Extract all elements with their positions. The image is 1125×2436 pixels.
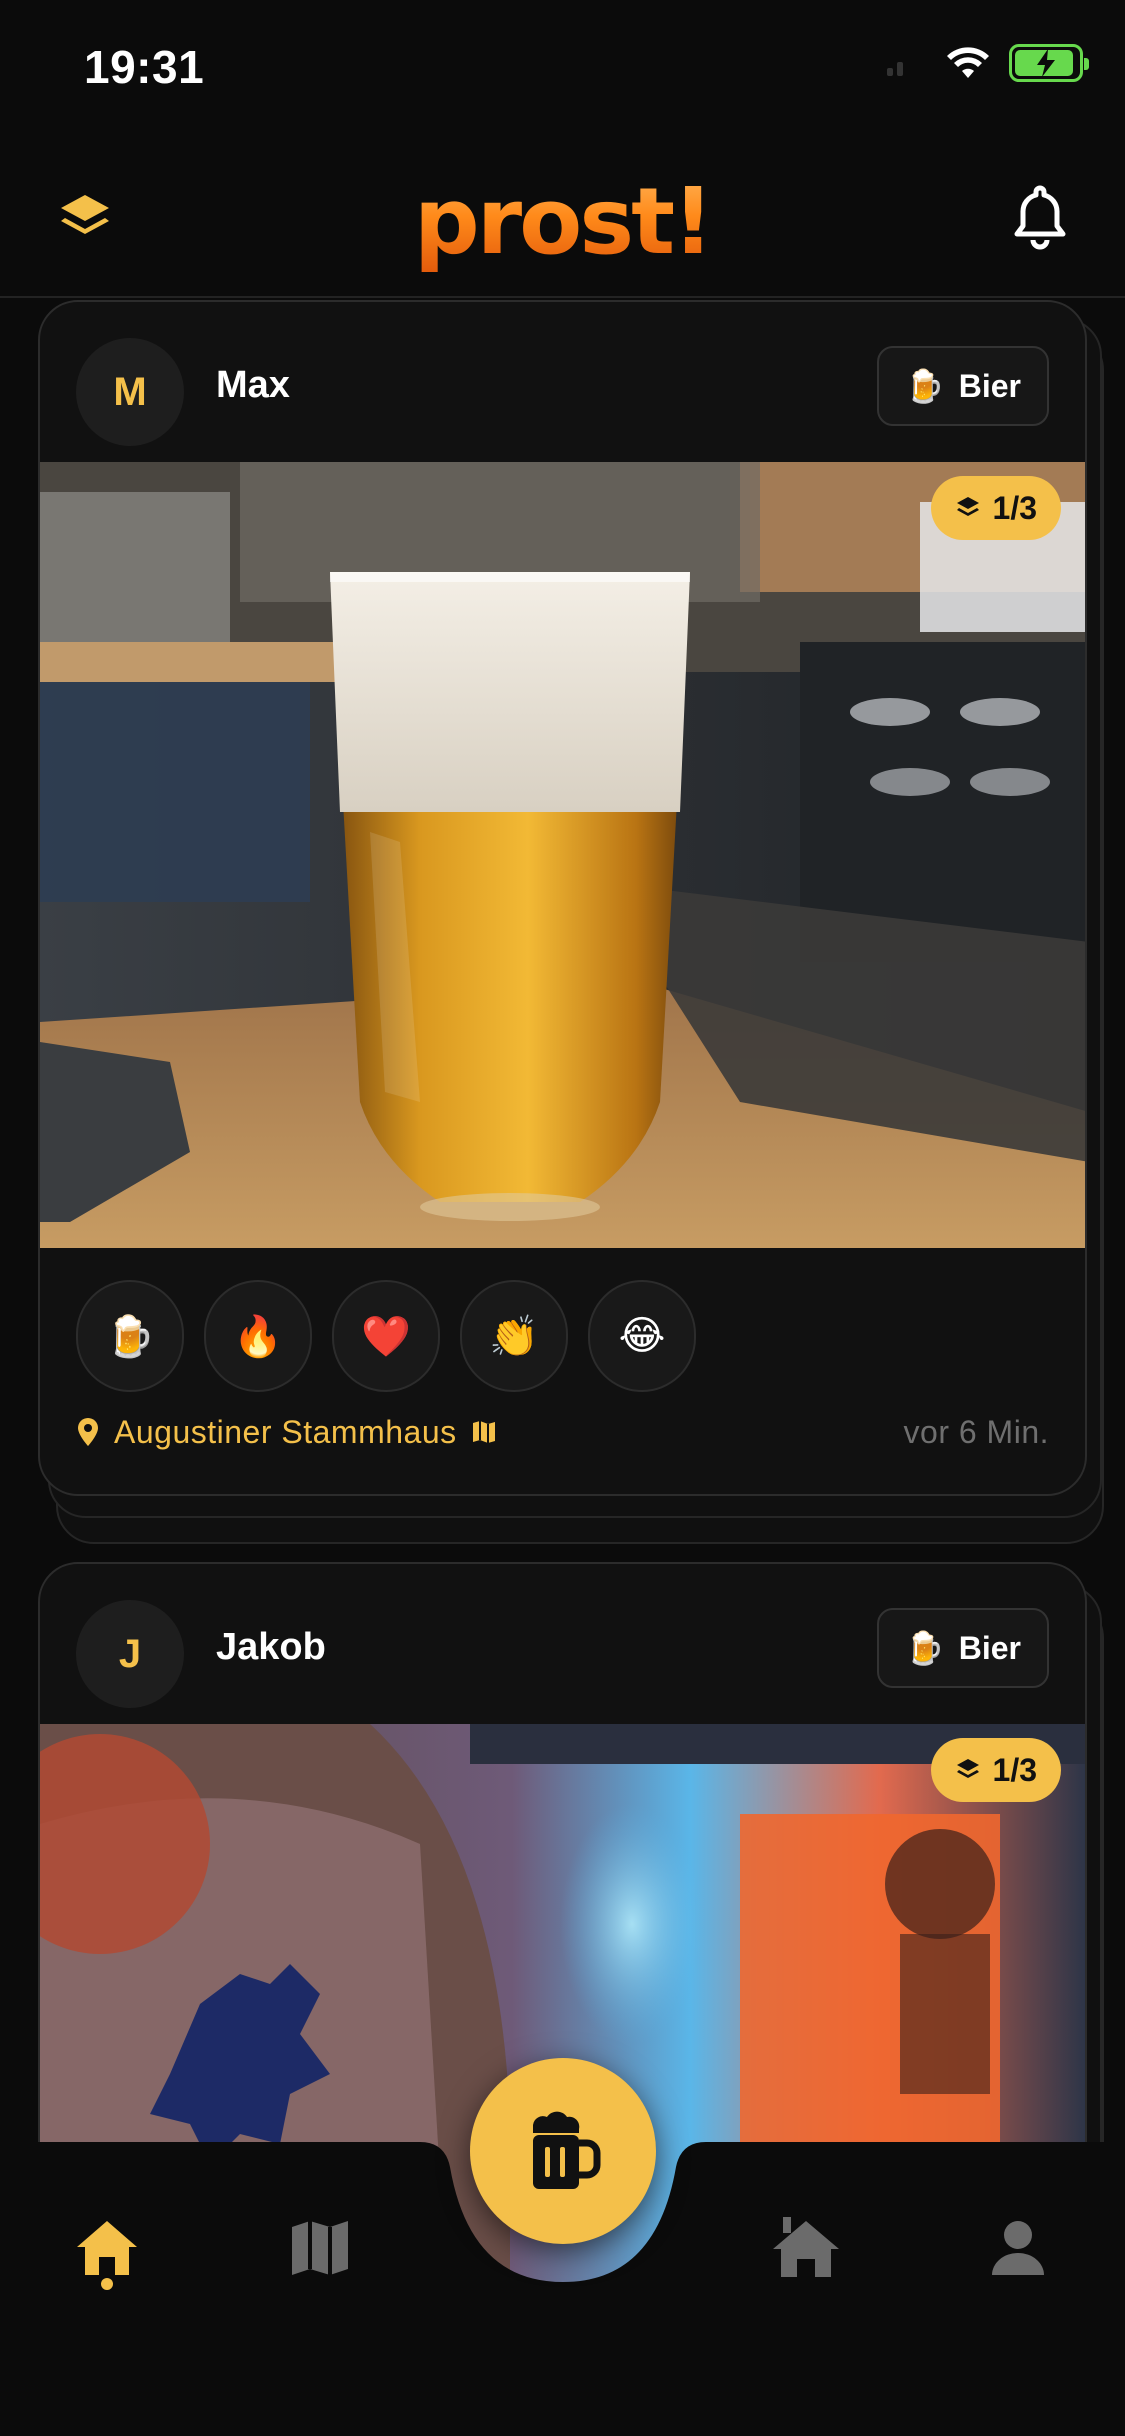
reaction-fire-button[interactable]: 🔥 (204, 1280, 312, 1392)
avatar[interactable]: J (76, 1600, 184, 1708)
bell-icon (1014, 185, 1066, 250)
post-photo[interactable]: 1/3 (40, 462, 1085, 1248)
home-icon (77, 2221, 137, 2275)
beer-glass-photo (40, 462, 1085, 1248)
app-logo: prost! (413, 168, 714, 275)
photo-counter-badge: 1/3 (930, 1738, 1061, 1802)
layers-icon (956, 497, 979, 516)
drink-type-label: Bier (958, 367, 1021, 404)
signal-icon (887, 62, 903, 76)
tab-map[interactable] (270, 2198, 370, 2298)
location-link[interactable]: Augustiner Stammhaus (76, 1414, 497, 1451)
layers-icon (956, 1759, 979, 1778)
post-footer: Augustiner Stammhaus vor 6 Min. (76, 1402, 1049, 1462)
post-header: M Max 🍺 Bier (40, 302, 1085, 462)
location-name: Augustiner Stammhaus (114, 1413, 457, 1450)
wifi-icon (947, 47, 989, 78)
layers-icon (61, 195, 109, 234)
reaction-heart-button[interactable]: ❤️ (332, 1280, 440, 1392)
beer-mug-icon: 🍺 (904, 368, 945, 404)
battery-icon (1009, 44, 1089, 82)
user-name[interactable]: Max (216, 364, 290, 407)
post-header: J Jakob 🍺 Bier (40, 1564, 1085, 1724)
reaction-beer-button[interactable]: 🍺 (76, 1280, 184, 1392)
photo-counter-badge: 1/3 (930, 476, 1061, 540)
notifications-button[interactable] (1005, 180, 1075, 254)
post-card[interactable]: M Max 🍺 Bier 1/3 🍺 🔥 ❤️ 👏 😂 Augustiner S… (38, 300, 1087, 1496)
bar-icon (773, 2217, 839, 2277)
status-time: 19:31 (84, 41, 205, 93)
photo-counter: 1/3 (992, 489, 1037, 526)
photo-counter: 1/3 (992, 1751, 1037, 1788)
map-icon (472, 1421, 495, 1443)
drink-type-chip[interactable]: 🍺 Bier (876, 1608, 1049, 1688)
user-name[interactable]: Jakob (216, 1626, 326, 1669)
drink-type-label: Bier (958, 1629, 1021, 1666)
add-drink-button[interactable] (470, 2058, 656, 2244)
reaction-clap-button[interactable]: 👏 (460, 1280, 568, 1392)
map-icon (292, 2221, 348, 2275)
post-timestamp: vor 6 Min. (903, 1413, 1049, 1450)
status-bar: 19:31 (0, 0, 1125, 135)
location-pin-icon (78, 1418, 98, 1446)
status-indicators (887, 44, 1089, 82)
layers-button[interactable] (52, 184, 118, 250)
active-tab-indicator (101, 2278, 113, 2290)
tab-profile[interactable] (968, 2198, 1068, 2298)
beer-mug-icon: 🍺 (904, 1630, 945, 1666)
reaction-laugh-button[interactable]: 😂 (588, 1280, 696, 1392)
app-screen: 19:31 prost! M Max 🍺 Bier 1/3 🍺 🔥 ❤️ 👏 😂… (0, 0, 1125, 2436)
tab-bars[interactable] (756, 2198, 856, 2298)
app-header: prost! (0, 140, 1125, 298)
bottom-navigation (0, 2058, 1125, 2436)
drink-type-chip[interactable]: 🍺 Bier (876, 346, 1049, 426)
beer-mug-icon (533, 2111, 601, 2189)
reaction-bar: 🍺 🔥 ❤️ 👏 😂 (76, 1280, 696, 1392)
avatar[interactable]: M (76, 338, 184, 446)
profile-icon (992, 2221, 1044, 2275)
